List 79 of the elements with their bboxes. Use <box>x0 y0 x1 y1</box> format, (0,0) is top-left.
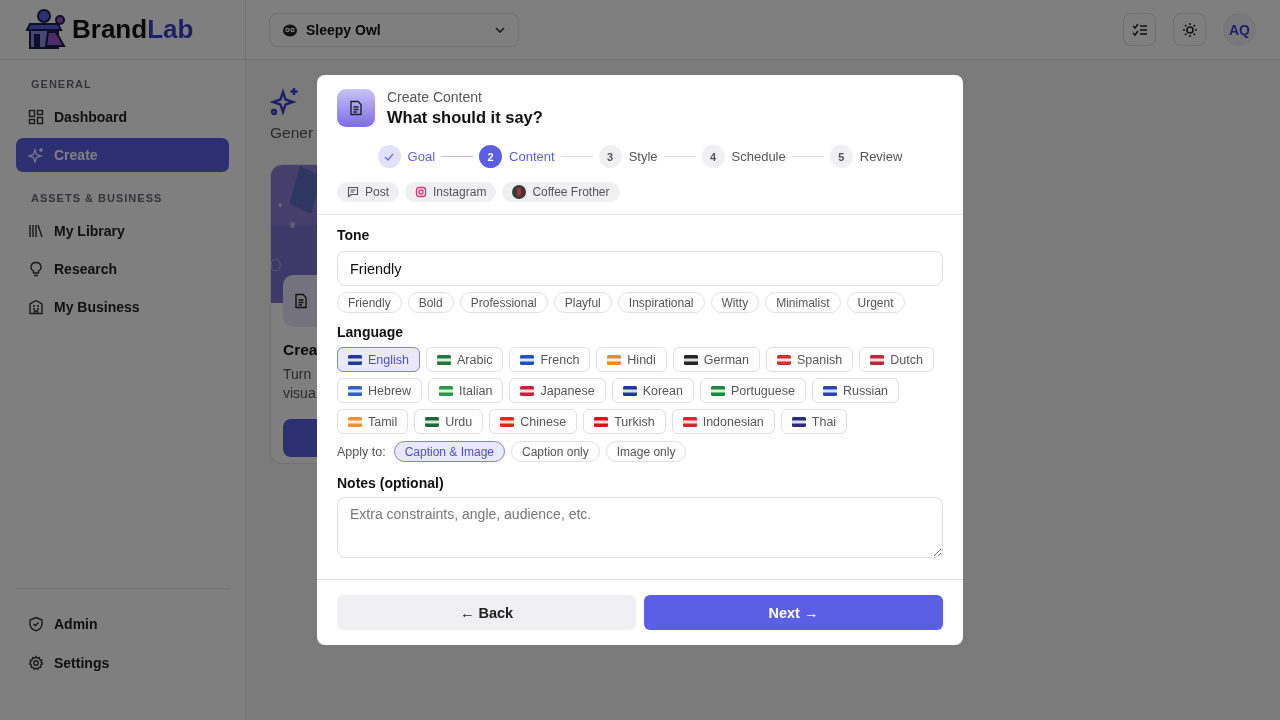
step[interactable]: 4 Schedule <box>701 145 786 168</box>
product-thumbnail-icon <box>512 185 527 199</box>
sidebar-item[interactable]: Research <box>16 252 229 286</box>
dialog-title: What should it say? <box>387 108 543 127</box>
language-chip[interactable]: Japanese <box>509 378 606 403</box>
tone-chip[interactable]: Minimalist <box>765 292 841 313</box>
tone-chip[interactable]: Inspirational <box>617 292 705 313</box>
workspace-select[interactable]: Sleepy Owl <box>269 12 519 47</box>
page-subtitle: Gener <box>270 124 315 142</box>
section-heading: ASSETS & BUSINESS <box>30 191 164 206</box>
sidebar-item[interactable]: Dashboard <box>16 100 229 134</box>
tone-chip[interactable]: Professional <box>459 292 548 313</box>
step[interactable]: Goal <box>377 145 436 168</box>
language-chip[interactable]: Urdu <box>414 409 484 434</box>
language-chip[interactable]: Thai <box>780 409 848 434</box>
tone-chip[interactable]: Bold <box>407 292 454 313</box>
sun-icon <box>1181 21 1198 38</box>
logo-drawing <box>24 7 68 52</box>
field-label: Language <box>337 324 405 340</box>
sparkle-icon <box>28 147 44 163</box>
language-chip[interactable]: Indonesian <box>671 409 775 434</box>
card-title: Crea <box>283 341 317 359</box>
settings-icon <box>28 655 44 671</box>
language-chip[interactable]: Chinese <box>489 409 578 434</box>
context-tag: Instagram <box>405 182 497 202</box>
section-heading: GENERAL <box>30 77 93 92</box>
language-chip[interactable]: German <box>672 347 760 372</box>
language-chip[interactable]: Dutch <box>859 347 934 372</box>
language-chip[interactable]: Spanish <box>766 347 854 372</box>
sparkle-icon <box>270 86 300 116</box>
instagram-icon <box>415 186 427 198</box>
back-button[interactable]: ← Back <box>337 595 636 630</box>
step[interactable]: 5 Review <box>829 145 903 168</box>
sidebar-item[interactable]: Settings <box>16 646 229 680</box>
grid-icon <box>28 109 44 125</box>
language-chip[interactable]: Korean <box>611 378 694 403</box>
apply-chip[interactable]: Image only <box>605 441 687 462</box>
language-chip[interactable]: Hebrew <box>337 378 423 403</box>
field-label: Notes (optional) <box>337 475 445 491</box>
apply-label: Apply to: <box>337 444 386 459</box>
tone-chip[interactable]: Witty <box>710 292 760 313</box>
language-chip[interactable]: Arabic <box>426 347 504 372</box>
language-chip[interactable]: English <box>337 347 420 372</box>
step[interactable]: 2 Content <box>479 145 555 168</box>
shield-icon <box>28 616 44 632</box>
language-chip[interactable]: Italian <box>428 378 504 403</box>
document-icon <box>348 100 364 116</box>
notes-field[interactable]: Extra constraints, angle, audience, etc. <box>337 497 943 558</box>
checklist-button[interactable] <box>1123 13 1156 46</box>
language-chip[interactable]: Russian <box>811 378 900 403</box>
brand-name: BrandLab <box>72 14 194 45</box>
language-chip[interactable]: Tamil <box>337 409 409 434</box>
sidebar-item[interactable]: My Business <box>16 290 229 324</box>
dialog-eyebrow: Create Content <box>387 89 483 105</box>
library-icon <box>28 223 44 239</box>
message-icon <box>347 186 359 198</box>
document-icon <box>293 293 309 309</box>
step[interactable]: 3 Style <box>598 145 658 168</box>
context-tag: Coffee Frother <box>502 182 620 202</box>
tone-chip[interactable]: Playful <box>553 292 612 313</box>
tone-field[interactable]: Friendly <box>337 251 943 286</box>
apply-chip[interactable]: Caption & Image <box>393 441 506 462</box>
tone-chip[interactable]: Friendly <box>337 292 402 313</box>
field-label: Tone <box>337 227 371 243</box>
language-chip[interactable]: French <box>509 347 591 372</box>
context-tag: Post <box>337 182 399 202</box>
language-chip[interactable]: Hindi <box>596 347 667 372</box>
sidebar-item[interactable]: My Library <box>16 214 229 248</box>
checklist-icon <box>1131 21 1148 38</box>
theme-button[interactable] <box>1173 13 1206 46</box>
language-chip[interactable]: Turkish <box>583 409 666 434</box>
next-button[interactable]: Next → <box>644 595 943 630</box>
apply-chip[interactable]: Caption only <box>511 441 600 462</box>
bulb-icon <box>28 261 44 277</box>
building-icon <box>28 299 44 315</box>
sidebar-item[interactable]: Admin <box>16 607 229 641</box>
language-chip[interactable]: Portuguese <box>699 378 806 403</box>
tone-chip[interactable]: Urgent <box>846 292 905 313</box>
card-description: Turn visua <box>283 365 317 403</box>
